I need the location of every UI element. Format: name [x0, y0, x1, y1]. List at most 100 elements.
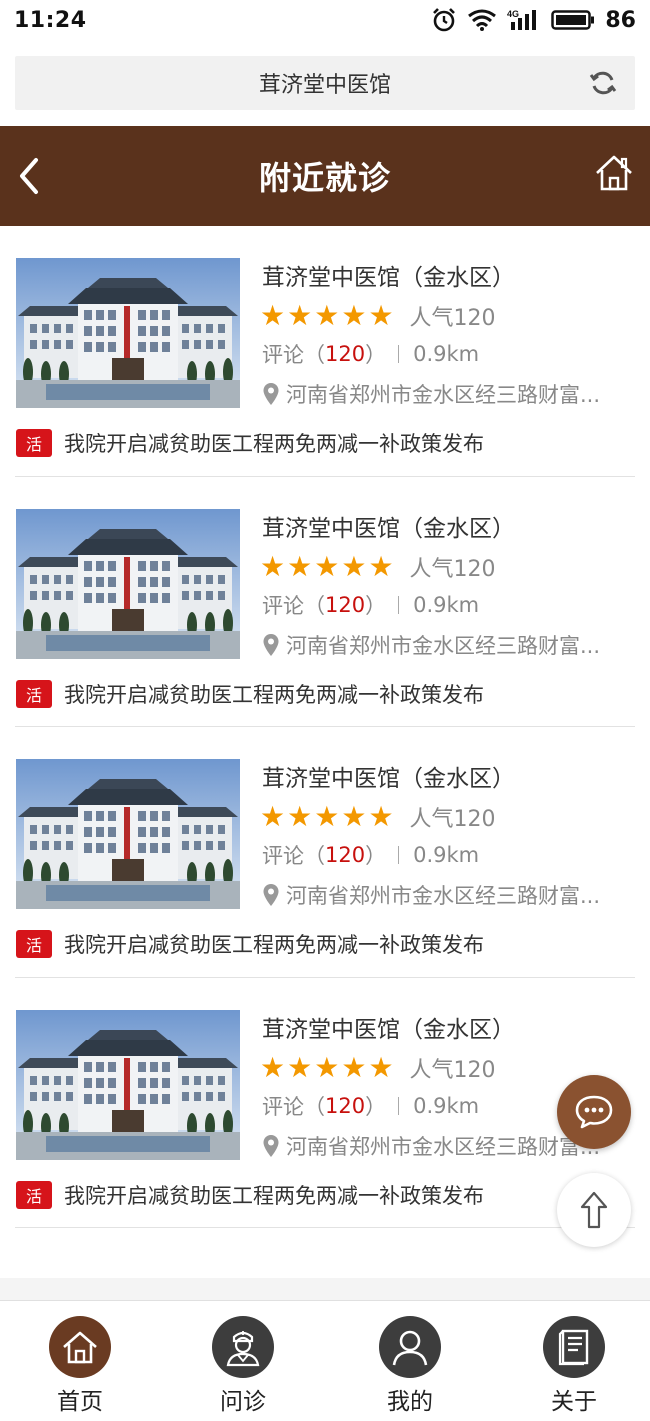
- chat-button[interactable]: [557, 1075, 631, 1149]
- tab-label: 我的: [387, 1389, 433, 1415]
- address-text: 河南省郑州市金水区经三路财富...: [286, 1134, 601, 1159]
- star-icon: ★: [287, 299, 313, 332]
- clinic-list: 茸济堂中医馆（金水区） ★ ★ ★ ★ ★ 人气120 评论（ 120 ） 0.9km …: [0, 226, 650, 1228]
- status-bar: 11:24 4G 86: [0, 0, 650, 40]
- clinic-name[interactable]: 茸济堂中医馆（金水区）: [262, 759, 515, 793]
- clinic-address: 河南省郑州市金水区经三路财富...: [262, 880, 630, 910]
- promo-badge: 活: [16, 1180, 52, 1209]
- book-icon: [543, 1316, 605, 1378]
- clinic-photo[interactable]: [16, 508, 240, 659]
- star-icon: ★: [260, 800, 286, 833]
- clinic-promo[interactable]: 活 我院开启减贫助医工程两免两减一补政策发布: [16, 1180, 484, 1210]
- location-pin-icon: [263, 383, 279, 405]
- clinic-rating: ★ ★ ★ ★ ★ 人气120: [260, 1052, 496, 1084]
- clinic-list-item[interactable]: 茸济堂中医馆（金水区） ★ ★ ★ ★ ★ 人气120 评论（ 120 ） 0.9km …: [15, 978, 635, 1228]
- home-icon[interactable]: [594, 153, 634, 193]
- location-pin-icon: [263, 884, 279, 906]
- clinic-list-item[interactable]: 茸济堂中医馆（金水区） ★ ★ ★ ★ ★ 人气120 评论（ 120 ） 0.9km …: [15, 226, 635, 477]
- user-icon: [379, 1316, 441, 1378]
- tab-about[interactable]: 关于: [524, 1316, 624, 1416]
- meta-divider: [398, 595, 400, 614]
- app-header: 附近就诊: [0, 126, 650, 226]
- clinic-list-item[interactable]: 茸济堂中医馆（金水区） ★ ★ ★ ★ ★ 人气120 评论（ 120 ） 0.9km …: [15, 727, 635, 978]
- address-text: 河南省郑州市金水区经三路财富...: [286, 383, 601, 407]
- clinic-promo[interactable]: 活 我院开启减贫助医工程两免两减一补政策发布: [16, 929, 484, 959]
- chat-icon: [575, 1095, 613, 1129]
- refresh-icon[interactable]: [589, 69, 617, 97]
- arrow-up-icon: [580, 1191, 608, 1229]
- clinic-promo[interactable]: 活 我院开启减贫助医工程两免两减一补政策发布: [16, 428, 484, 458]
- list-footer-spacer: [0, 1278, 650, 1300]
- rating-stars: ★ ★ ★ ★ ★: [260, 301, 394, 331]
- meta-divider: [398, 1096, 400, 1115]
- promo-badge: 活: [16, 679, 52, 708]
- rating-stars: ★ ★ ★ ★ ★: [260, 549, 394, 583]
- clinic-name[interactable]: 茸济堂中医馆（金水区）: [262, 509, 515, 543]
- battery-icon: [551, 10, 595, 30]
- status-icons: 4G 86: [431, 7, 636, 33]
- star-icon: ★: [314, 800, 340, 833]
- browser-title-bar[interactable]: 茸济堂中医馆: [15, 56, 635, 110]
- tab-consult[interactable]: 问诊: [193, 1316, 293, 1416]
- star-icon: ★: [260, 299, 286, 332]
- star-icon: ★: [287, 549, 313, 583]
- reviews-close: ）: [365, 593, 387, 618]
- star-icon: ★: [368, 549, 394, 583]
- svg-text:4G: 4G: [507, 9, 519, 19]
- tab-label: 问诊: [220, 1389, 266, 1415]
- address-text: 河南省郑州市金水区经三路财富...: [286, 633, 601, 658]
- tab-profile[interactable]: 我的: [360, 1316, 460, 1416]
- reviews-count: 120: [325, 843, 366, 867]
- star-icon: ★: [287, 800, 313, 833]
- clinic-meta: 评论（ 120 ） 0.9km: [262, 1091, 479, 1121]
- reviews-label: 评论（: [262, 844, 325, 868]
- clinic-meta: 评论（ 120 ） 0.9km: [262, 339, 479, 369]
- star-icon: ★: [341, 800, 367, 833]
- tab-label: 首页: [57, 1389, 103, 1415]
- popularity: 人气120: [409, 556, 496, 582]
- location-pin-icon: [263, 1134, 279, 1157]
- clinic-name[interactable]: 茸济堂中医馆（金水区）: [262, 258, 515, 292]
- star-icon: ★: [341, 299, 367, 332]
- page-title: 附近就诊: [258, 159, 391, 197]
- rating-stars: ★ ★ ★ ★ ★: [260, 802, 394, 832]
- meta-divider: [398, 345, 400, 363]
- star-icon: ★: [341, 549, 367, 583]
- wifi-icon: [468, 9, 497, 31]
- promo-text[interactable]: 我院开启减贫助医工程两免两减一补政策发布: [64, 679, 484, 709]
- back-to-top-button[interactable]: [557, 1173, 631, 1247]
- reviews-close: ）: [365, 844, 387, 868]
- tab-home[interactable]: 首页: [30, 1316, 130, 1416]
- back-icon[interactable]: [14, 156, 44, 196]
- reviews-label: 评论（: [262, 343, 325, 367]
- location-pin-icon: [263, 633, 279, 656]
- star-icon: ★: [260, 1050, 286, 1084]
- clinic-list-item[interactable]: 茸济堂中医馆（金水区） ★ ★ ★ ★ ★ 人气120 评论（ 120 ） 0.9km …: [15, 477, 635, 727]
- status-time: 11:24: [14, 7, 87, 33]
- alarm-icon: [433, 8, 456, 32]
- bottom-tab-bar: 首页 问诊 我的 关于: [0, 1300, 650, 1421]
- star-icon: ★: [341, 1050, 367, 1084]
- reviews-close: ）: [365, 343, 387, 367]
- meta-divider: [398, 846, 400, 864]
- clinic-photo[interactable]: [16, 258, 240, 408]
- star-icon: ★: [314, 1050, 340, 1084]
- star-icon: ★: [368, 1050, 394, 1084]
- reviews-close: ）: [365, 1094, 387, 1119]
- clinic-rating: ★ ★ ★ ★ ★ 人气120: [260, 300, 496, 332]
- clinic-name[interactable]: 茸济堂中医馆（金水区）: [262, 1010, 515, 1044]
- star-icon: ★: [368, 800, 394, 833]
- clinic-address: 河南省郑州市金水区经三路财富...: [262, 379, 630, 409]
- clinic-photo[interactable]: [16, 1009, 240, 1160]
- promo-text[interactable]: 我院开启减贫助医工程两免两减一补政策发布: [64, 428, 484, 458]
- popularity: 人气120: [409, 1057, 496, 1083]
- distance: 0.9km: [413, 342, 480, 366]
- address-text: 河南省郑州市金水区经三路财富...: [286, 884, 601, 908]
- home-icon: [49, 1316, 111, 1378]
- star-icon: ★: [260, 549, 286, 583]
- promo-text[interactable]: 我院开启减贫助医工程两免两减一补政策发布: [64, 929, 484, 959]
- promo-text[interactable]: 我院开启减贫助医工程两免两减一补政策发布: [64, 1180, 484, 1210]
- clinic-photo[interactable]: [16, 759, 240, 909]
- reviews-label: 评论（: [262, 593, 325, 618]
- clinic-promo[interactable]: 活 我院开启减贫助医工程两免两减一补政策发布: [16, 679, 484, 709]
